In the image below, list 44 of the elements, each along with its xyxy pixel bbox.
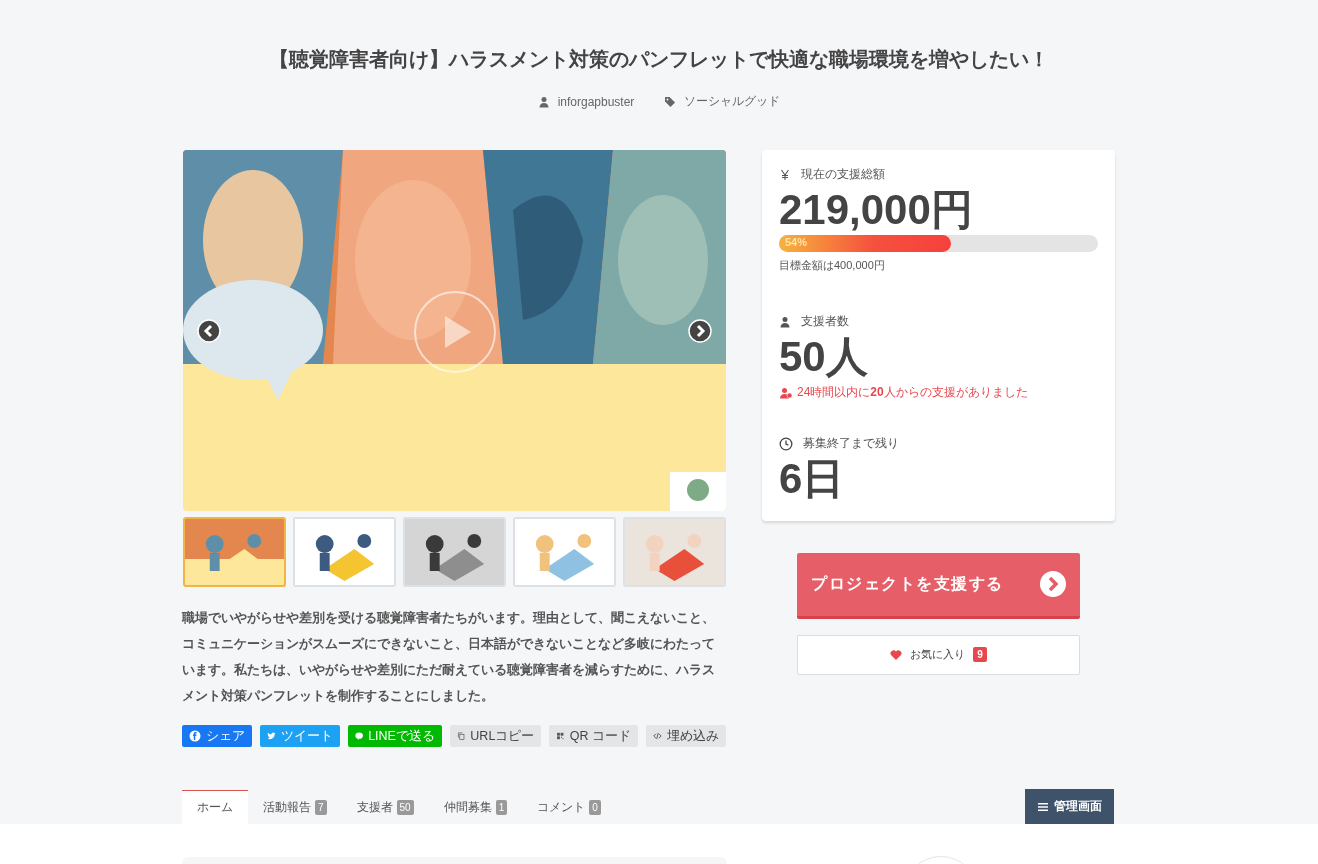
heart-icon (890, 648, 903, 661)
clock-icon (779, 436, 793, 451)
user-icon (537, 95, 550, 108)
tab[interactable]: 支援者 50 (341, 790, 429, 824)
speech-bubble-icon (354, 730, 364, 742)
favorite-count: 9 (973, 647, 987, 663)
favorite-button[interactable]: お気に入り 9 (797, 634, 1080, 675)
share-button[interactable]: QR コード (549, 725, 639, 747)
goal-text: 目標金額は400,000円 (779, 258, 886, 274)
user-icon (779, 315, 791, 328)
recent-backers-text: 24時間以内に20人からの支援がありました (797, 384, 1028, 402)
share-button[interactable]: シェア (182, 725, 252, 747)
project-title: 【聴覚障害者向け】ハラスメント対策のパンフレットで快適な職場環境を増やしたい！ (268, 47, 1050, 72)
stat-label: 支援者数 (801, 313, 849, 331)
author-link[interactable]: inforgapbuster (557, 94, 635, 109)
copy-icon (456, 730, 466, 742)
stat-label: 現在の支援総額 (801, 166, 885, 183)
backers-value: 50人 (779, 334, 869, 381)
tag-icon (664, 95, 677, 108)
chevron-right-icon (1039, 571, 1066, 598)
share-button[interactable]: URLコピー (449, 725, 542, 747)
amount-value: 219,000円 (779, 187, 974, 234)
count-badge: 50 (396, 800, 414, 815)
facebook-icon (189, 730, 201, 742)
code-icon (653, 730, 662, 742)
menu-icon (1037, 800, 1049, 813)
count-badge: 1 (495, 800, 508, 815)
admin-button[interactable]: 管理画面 (1025, 789, 1114, 824)
tab[interactable]: コメント 0 (522, 790, 616, 824)
tab[interactable]: 仲間募集 1 (428, 790, 523, 824)
tab[interactable]: ホーム (182, 790, 248, 824)
bird-icon (267, 730, 276, 742)
progress-percent: 54% (785, 236, 808, 249)
count-badge: 0 (589, 800, 601, 815)
stat-label: 募集終了まで残り (803, 435, 899, 453)
yen-icon (779, 167, 791, 182)
project-description: 職場でいやがらせや差別を受ける聴覚障害者たちがいます。理由として、聞こえないこと、コミュニケーションがスムーズにできないこと、日本語ができないことなど多岐にわたっています。私たちは、いやがらせや差別にただ耐えている聴覚障害者を減らすために、ハラスメント対策パンフレットを制作することにしました。 (182, 609, 716, 705)
remaining-value: 6日 (779, 456, 846, 503)
share-button[interactable]: 埋め込み (646, 725, 726, 747)
category-link[interactable]: ソーシャルグッド (684, 93, 781, 110)
count-badge: 7 (315, 800, 327, 815)
tab[interactable]: 活動報告 7 (248, 790, 342, 824)
users-icon (779, 386, 793, 399)
qr-code-icon (556, 730, 565, 742)
